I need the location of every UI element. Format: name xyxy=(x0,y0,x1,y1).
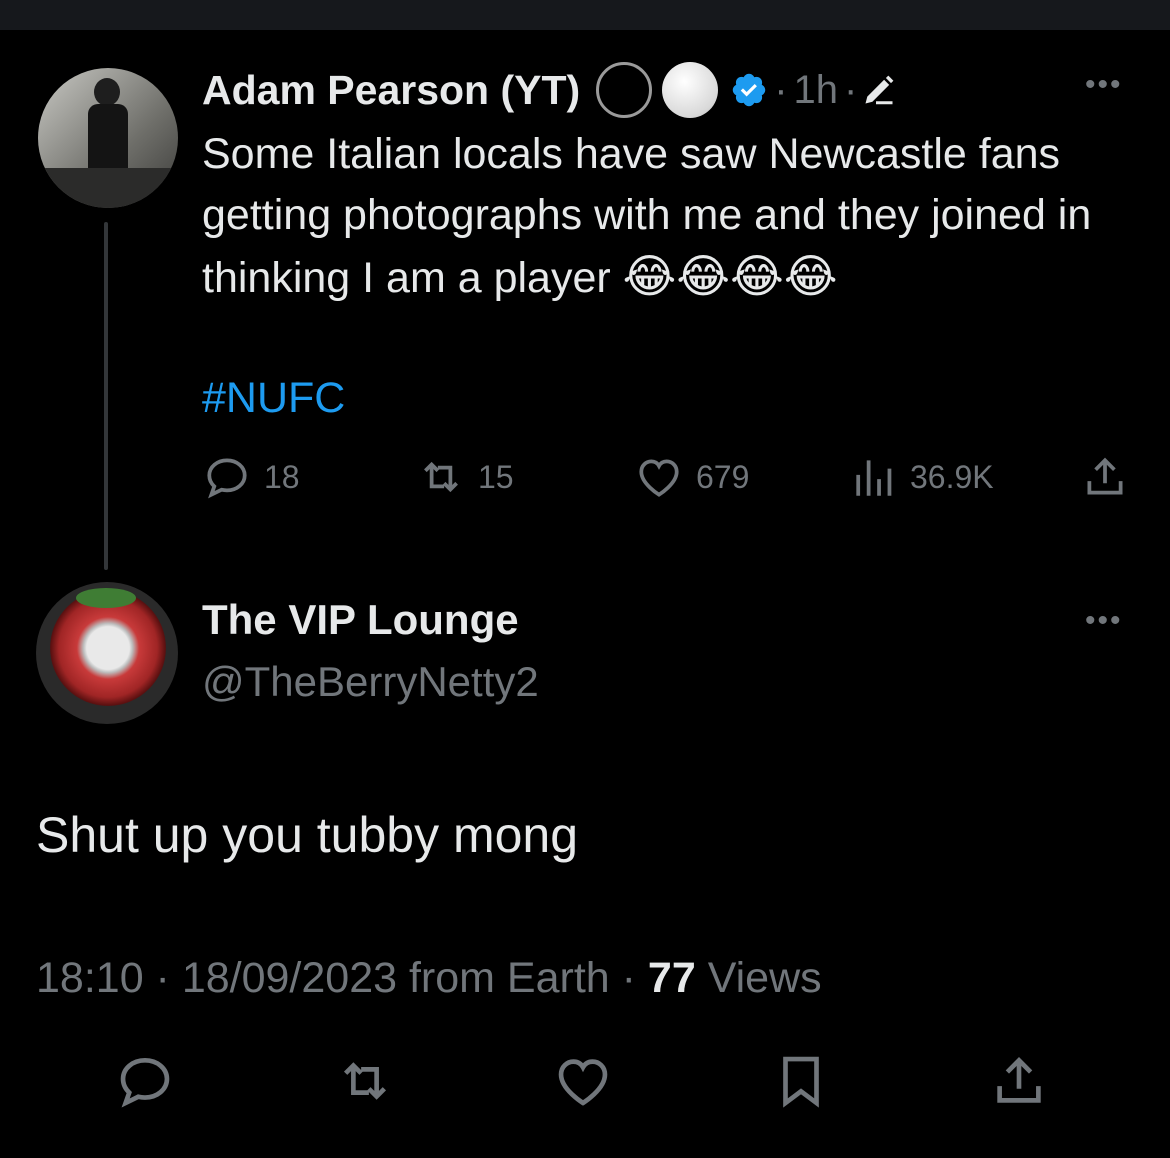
repost-icon xyxy=(343,1062,387,1100)
tweet-time[interactable]: 1h xyxy=(794,68,839,113)
dot-separator: · xyxy=(844,67,858,112)
more-icon[interactable]: ••• xyxy=(1085,604,1123,638)
heart-icon xyxy=(639,459,679,497)
laughing-emoji: 😂😂😂😂 xyxy=(622,250,838,302)
avatar-figure-head xyxy=(94,78,120,106)
reply-text: Shut up you tubby mong xyxy=(36,807,579,863)
repost-button[interactable] xyxy=(334,1050,396,1112)
views-button[interactable]: 36.9K xyxy=(848,452,994,502)
reply-timestamp[interactable]: 18:10 · 18/09/2023 from Earth · xyxy=(36,954,648,1002)
reply-button[interactable]: 18 xyxy=(202,452,300,502)
avatar-figure-body xyxy=(88,104,128,174)
reply-count: 18 xyxy=(264,458,300,495)
reply-action-bar xyxy=(0,1050,1170,1120)
pencil-icon[interactable] xyxy=(861,72,897,108)
views-count: 36.9K xyxy=(910,458,994,495)
reply-icon xyxy=(120,1058,170,1108)
repost-icon xyxy=(424,461,458,493)
reply-views-count: 77 xyxy=(647,954,696,1002)
avatar[interactable] xyxy=(38,68,178,208)
reply-icon xyxy=(207,458,247,499)
like-button[interactable]: 679 xyxy=(634,452,749,502)
views-icon xyxy=(856,460,892,496)
avatar-image-detail xyxy=(76,588,136,608)
like-button[interactable] xyxy=(552,1050,614,1112)
reply-author-handle[interactable]: @TheBerryNetty2 xyxy=(202,658,539,706)
white-circle-emoji xyxy=(662,62,719,118)
tweet-text: Some Italian locals have saw Newcastle f… xyxy=(202,124,1142,309)
avatar-background xyxy=(38,168,178,208)
repost-count: 15 xyxy=(478,458,514,495)
bookmark-button[interactable] xyxy=(770,1050,832,1112)
reply-avatar[interactable] xyxy=(36,582,178,724)
share-icon xyxy=(1087,457,1123,495)
reply-meta: 18:10 · 18/09/2023 from Earth · 77 Views xyxy=(36,954,822,1003)
tweet-actions: 18 15 679 36.9K xyxy=(202,452,1132,508)
thread-connector xyxy=(104,222,108,570)
dot-separator: · xyxy=(774,67,788,112)
verified-badge-icon[interactable] xyxy=(730,71,768,109)
bookmark-icon xyxy=(783,1056,819,1108)
repost-button[interactable]: 15 xyxy=(416,452,514,502)
author-name[interactable]: Adam Pearson (YT) xyxy=(202,67,580,114)
reply-views-label: Views xyxy=(695,954,822,1002)
hashtag-link[interactable]: #NUFC xyxy=(202,374,345,423)
reply-author-name[interactable]: The VIP Lounge xyxy=(202,596,519,644)
reply-button[interactable] xyxy=(114,1050,176,1112)
share-button[interactable] xyxy=(988,1050,1050,1112)
like-count: 679 xyxy=(696,458,750,495)
share-button[interactable] xyxy=(1080,452,1142,502)
black-circle-emoji xyxy=(596,62,653,118)
heart-icon xyxy=(558,1059,608,1106)
share-icon xyxy=(997,1057,1041,1103)
more-icon[interactable]: ••• xyxy=(1085,68,1123,102)
tweet-header: Adam Pearson (YT) · 1h · xyxy=(202,62,897,118)
status-bar xyxy=(0,0,1170,30)
